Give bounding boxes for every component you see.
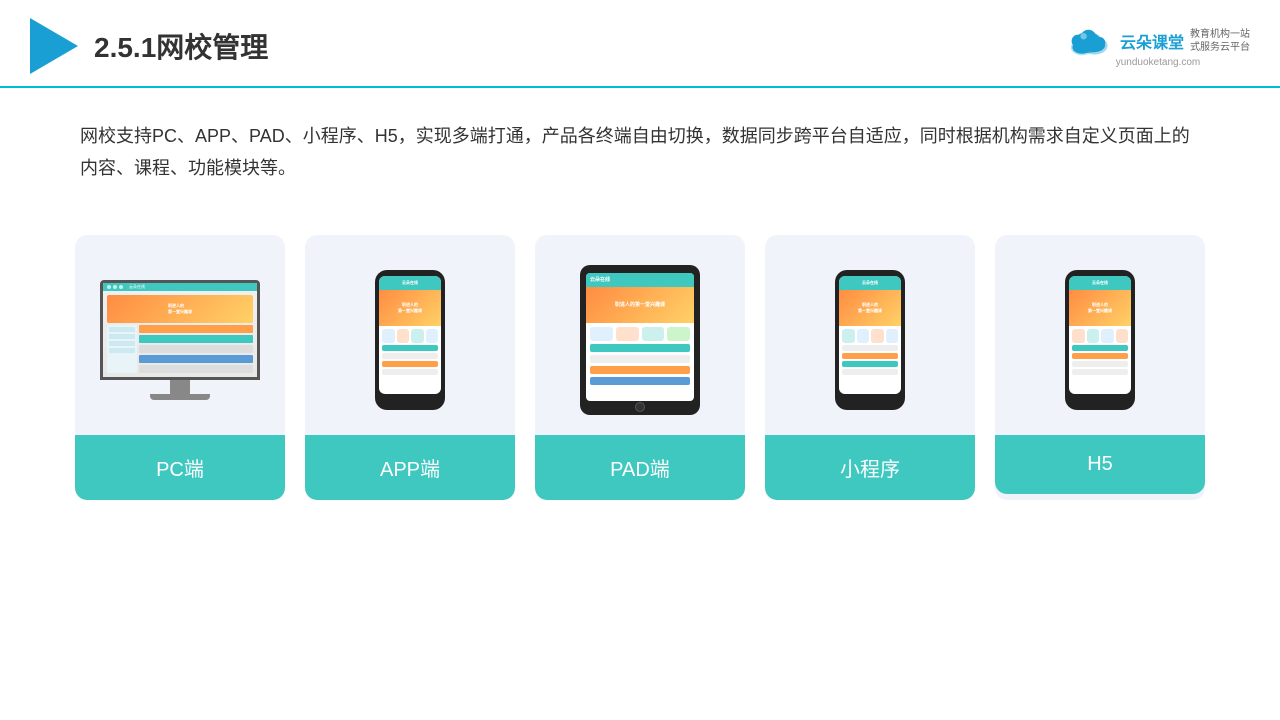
card-pc-image: 云朵在线 职进人的第一堂兴趣课 bbox=[75, 235, 285, 435]
card-miniprogram-label: 小程序 bbox=[765, 435, 975, 500]
card-h5-image: 云朵在线 职进人的第一堂兴趣课 bbox=[995, 235, 1205, 435]
card-h5: 云朵在线 职进人的第一堂兴趣课 bbox=[995, 235, 1205, 500]
card-h5-label: H5 bbox=[995, 435, 1205, 494]
tablet-device: 云朵在线 职进人的第一堂兴趣课 bbox=[580, 265, 700, 415]
brand-url: yunduoketang.com bbox=[1116, 57, 1201, 68]
card-app-label: APP端 bbox=[305, 435, 515, 500]
phone-device-h5: 云朵在线 职进人的第一堂兴趣课 bbox=[1065, 270, 1135, 410]
card-miniprogram: 云朵在线 职进人的第一堂兴趣课 bbox=[765, 235, 975, 500]
card-pad: 云朵在线 职进人的第一堂兴趣课 bbox=[535, 235, 745, 500]
card-pad-image: 云朵在线 职进人的第一堂兴趣课 bbox=[535, 235, 745, 435]
phone-device-mini: 云朵在线 职进人的第一堂兴趣课 bbox=[835, 270, 905, 410]
card-miniprogram-image: 云朵在线 职进人的第一堂兴趣课 bbox=[765, 235, 975, 435]
header: 2.5.1网校管理 云朵课堂 教育机构一站 式服务云平台 yu bbox=[0, 0, 1280, 88]
card-pc: 云朵在线 职进人的第一堂兴趣课 bbox=[75, 235, 285, 500]
brand-slogan: 教育机构一站 式服务云平台 bbox=[1190, 28, 1250, 54]
card-app: 云朵在线 职进人的第一堂兴趣课 bbox=[305, 235, 515, 500]
cards-container: 云朵在线 职进人的第一堂兴趣课 bbox=[0, 211, 1280, 524]
phone-device-app: 云朵在线 职进人的第一堂兴趣课 bbox=[375, 270, 445, 410]
description-text: 网校支持PC、APP、PAD、小程序、H5，实现多端打通，产品各终端自由切换，数… bbox=[80, 120, 1200, 185]
monitor-device: 云朵在线 职进人的第一堂兴趣课 bbox=[100, 280, 260, 400]
card-pad-label: PAD端 bbox=[535, 435, 745, 500]
cloud-icon bbox=[1066, 25, 1114, 57]
card-app-image: 云朵在线 职进人的第一堂兴趣课 bbox=[305, 235, 515, 435]
monitor-screen: 云朵在线 职进人的第一堂兴趣课 bbox=[100, 280, 260, 380]
brand-area: 云朵课堂 教育机构一站 式服务云平台 yunduoketang.com bbox=[1066, 25, 1250, 68]
description: 网校支持PC、APP、PAD、小程序、H5，实现多端打通，产品各终端自由切换，数… bbox=[0, 88, 1280, 201]
page-title: 2.5.1网校管理 bbox=[94, 26, 268, 66]
header-left: 2.5.1网校管理 bbox=[30, 18, 268, 74]
logo-triangle-icon bbox=[30, 18, 78, 74]
card-pc-label: PC端 bbox=[75, 435, 285, 500]
brand-name: 云朵课堂 bbox=[1120, 29, 1184, 53]
brand-logo: 云朵课堂 教育机构一站 式服务云平台 bbox=[1066, 25, 1250, 57]
